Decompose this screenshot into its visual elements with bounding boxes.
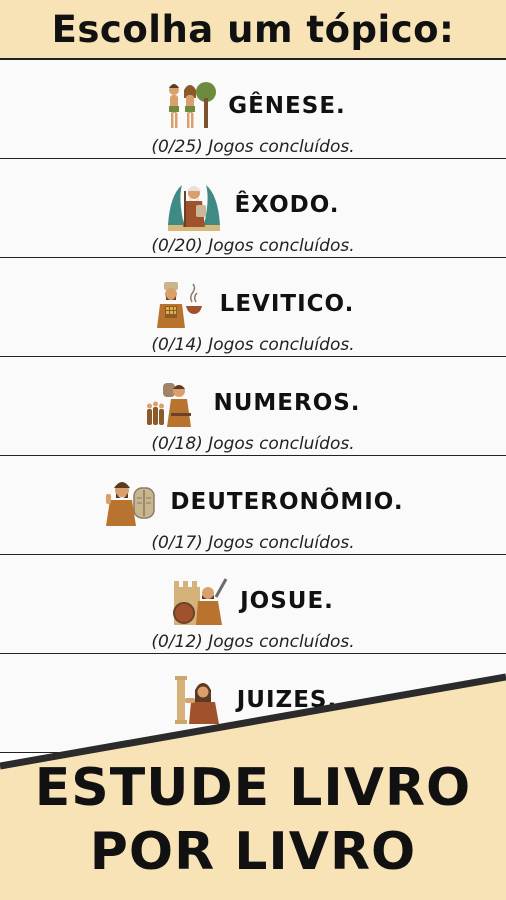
topic-title: JOSUE. [0, 573, 506, 629]
topic-row-juizes[interactable]: JUIZES. (0/ [0, 654, 506, 753]
samson-pillar-icon [174, 676, 219, 724]
topic-progress: (0/20) Jogos concluídos. [151, 236, 355, 256]
topic-name: JUIZES. [236, 687, 338, 713]
topic-progress: (0/ [241, 731, 265, 751]
topic-row-deuteronomio[interactable]: DEUTERONÔMIO. (0/17) Jogos concluídos. [0, 456, 506, 555]
topic-title: GÊNESE. [0, 78, 506, 134]
page-title: Escolha um tópico: [51, 7, 455, 51]
topic-progress: (0/14) Jogos concluídos. [151, 335, 355, 355]
banner-line-1: ESTUDE LIVRO [34, 758, 472, 818]
topic-progress: (0/17) Jogos concluídos. [151, 533, 355, 553]
page-header: Escolha um tópico: [0, 0, 506, 60]
topic-name: NUMEROS. [213, 390, 361, 416]
topic-title: JUIZES. [0, 672, 506, 728]
topic-progress: (0/12) Jogos concluídos. [151, 632, 355, 652]
topic-title: LEVITICO. [0, 276, 506, 332]
topic-title: DEUTERONÔMIO. [0, 474, 506, 530]
joshua-warrior-icon [173, 578, 228, 625]
topic-row-exodo[interactable]: ÊXODO. (0/20) Jogos concluídos. [0, 159, 506, 258]
topic-title: ÊXODO. [0, 177, 506, 233]
topic-name: LEVITICO. [219, 291, 355, 317]
banner-line-2: POR LIVRO [89, 822, 417, 882]
topic-name: GÊNESE. [228, 93, 346, 119]
topic-name: DEUTERONÔMIO. [170, 489, 404, 515]
topic-name: JOSUE. [240, 588, 334, 614]
moses-tablets-icon [106, 482, 156, 526]
topic-name: ÊXODO. [234, 192, 340, 218]
topic-list: GÊNESE. (0/25) Jogos concluídos. ÊXODO. … [0, 60, 506, 753]
topic-progress: (0/18) Jogos concluídos. [151, 434, 355, 454]
topic-row-genese[interactable]: GÊNESE. (0/25) Jogos concluídos. [0, 60, 506, 159]
banner-text: ESTUDE LIVRO POR LIVRO [0, 756, 506, 884]
topic-title: NUMEROS. [0, 375, 506, 431]
topic-row-levitico[interactable]: LEVITICO. (0/14) Jogos concluídos. [0, 258, 506, 357]
moses-sea-icon [168, 185, 221, 231]
adam-eve-icon [169, 82, 217, 128]
people-census-icon [147, 383, 192, 427]
topic-progress: (0/25) Jogos concluídos. [151, 137, 355, 157]
priest-offering-icon [156, 282, 202, 328]
topic-row-josue[interactable]: JOSUE. (0/12) Jogos concluídos. [0, 555, 506, 654]
topic-row-numeros[interactable]: NUMEROS. (0/18) Jogos concluídos. [0, 357, 506, 456]
